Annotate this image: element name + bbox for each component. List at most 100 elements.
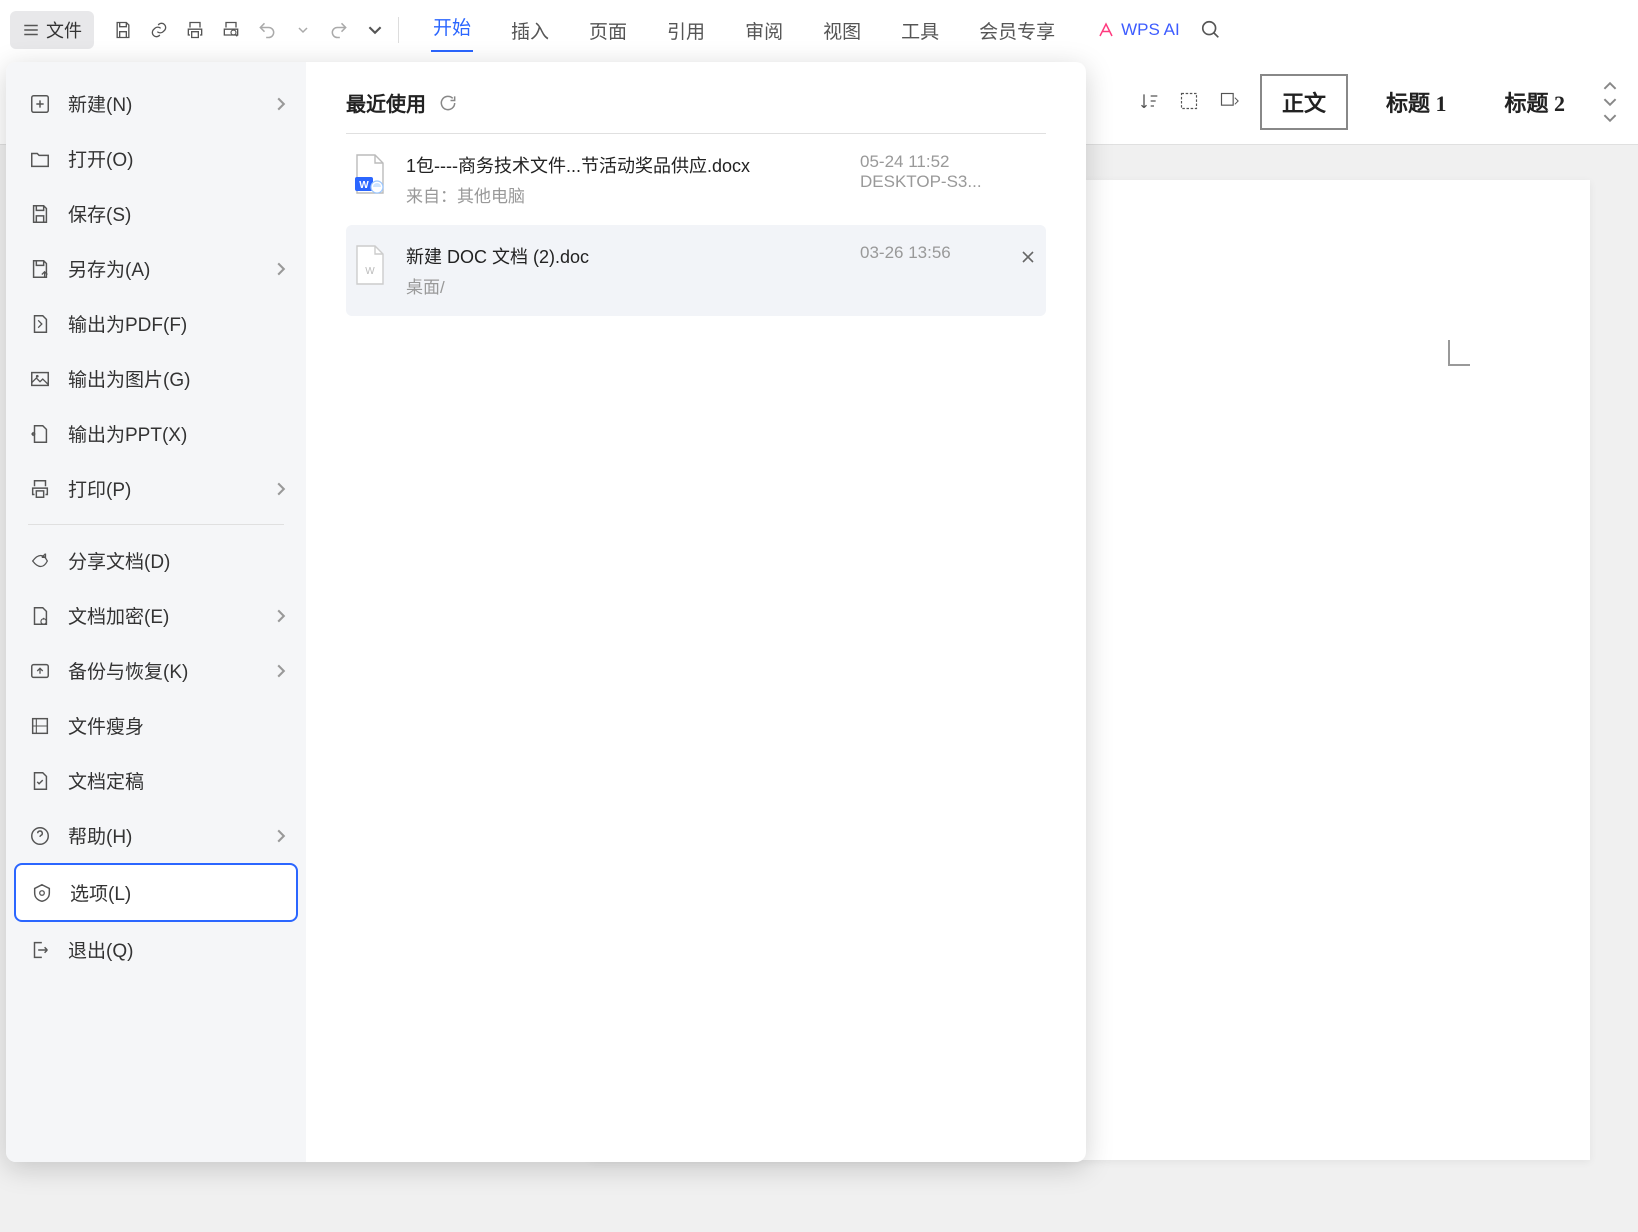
undo-dropdown-icon[interactable] bbox=[292, 19, 314, 41]
tab-review[interactable]: 审阅 bbox=[743, 13, 785, 48]
quick-access bbox=[112, 19, 386, 41]
menu-item-slim[interactable]: 文件瘦身 bbox=[14, 698, 298, 753]
menu-item-label: 文档定稿 bbox=[68, 767, 144, 794]
menu-item-lock[interactable]: 文档加密(E) bbox=[14, 588, 298, 643]
wps-ai-button[interactable]: WPS AI bbox=[1097, 20, 1180, 40]
menu-item-label: 备份与恢复(K) bbox=[68, 657, 188, 684]
menu-item-exit[interactable]: 退出(Q) bbox=[14, 922, 298, 977]
style-heading1[interactable]: 标题 1 bbox=[1366, 76, 1467, 128]
redo-icon[interactable] bbox=[328, 19, 350, 41]
lock-icon bbox=[28, 604, 52, 628]
file-name: 新建 DOC 文档 (2).doc bbox=[406, 243, 766, 269]
options-icon bbox=[30, 881, 54, 905]
plus-icon bbox=[28, 92, 52, 116]
tab-reference[interactable]: 引用 bbox=[665, 13, 707, 48]
menu-item-folder[interactable]: 打开(O) bbox=[14, 131, 298, 186]
document-icon: W bbox=[352, 243, 388, 287]
recent-title: 最近使用 bbox=[346, 88, 426, 117]
divider bbox=[398, 17, 399, 43]
tab-insert[interactable]: 插入 bbox=[509, 13, 551, 48]
style-scroll[interactable] bbox=[1603, 79, 1617, 125]
menu-item-saveas[interactable]: 另存为(A) bbox=[14, 241, 298, 296]
close-icon[interactable] bbox=[1020, 249, 1036, 265]
pdf-icon bbox=[28, 312, 52, 336]
chevron-down-icon[interactable] bbox=[1603, 95, 1617, 109]
menu-item-backup[interactable]: 备份与恢复(K) bbox=[14, 643, 298, 698]
top-toolbar: 文件 开始 插入 页面 引用 审阅 视图 工具 会员专享 WPS AI bbox=[0, 0, 1638, 60]
grid-dropdown-icon[interactable] bbox=[1219, 91, 1241, 113]
menu-item-label: 输出为PDF(F) bbox=[68, 310, 187, 337]
saveas-icon bbox=[28, 257, 52, 281]
sort-icon[interactable] bbox=[1139, 91, 1161, 113]
slim-icon bbox=[28, 714, 52, 738]
tab-page[interactable]: 页面 bbox=[587, 13, 629, 48]
menu-item-pdf[interactable]: 输出为PDF(F) bbox=[14, 296, 298, 351]
undo-icon[interactable] bbox=[256, 19, 278, 41]
menu-item-label: 输出为PPT(X) bbox=[68, 420, 187, 447]
file-menu-sidebar: 新建(N) 打开(O) 保存(S) 另存为(A) 输出为PDF(F) 输出为图片(G) 输出… bbox=[6, 62, 306, 1162]
help-icon bbox=[28, 824, 52, 848]
svg-text:W: W bbox=[365, 266, 375, 277]
chevron-right-icon bbox=[274, 609, 288, 623]
ribbon-tabs: 开始 插入 页面 引用 审阅 视图 工具 会员专享 bbox=[431, 9, 1057, 52]
style-heading2[interactable]: 标题 2 bbox=[1484, 76, 1585, 128]
menu-item-ppt[interactable]: 输出为PPT(X) bbox=[14, 406, 298, 461]
menu-item-share[interactable]: 分享文档(D) bbox=[14, 533, 298, 588]
menu-item-label: 文件瘦身 bbox=[68, 712, 144, 739]
chevron-right-icon bbox=[274, 482, 288, 496]
menu-separator bbox=[28, 524, 284, 525]
chevron-right-icon bbox=[274, 664, 288, 678]
print-icon[interactable] bbox=[184, 19, 206, 41]
style-normal[interactable]: 正文 bbox=[1260, 74, 1348, 130]
tab-member[interactable]: 会员专享 bbox=[977, 13, 1057, 48]
chevron-up-icon[interactable] bbox=[1603, 79, 1617, 93]
menu-item-plus[interactable]: 新建(N) bbox=[14, 76, 298, 131]
menu-item-image[interactable]: 输出为图片(G) bbox=[14, 351, 298, 406]
save-icon[interactable] bbox=[112, 19, 134, 41]
menu-item-label: 保存(S) bbox=[68, 200, 131, 227]
print-icon bbox=[28, 477, 52, 501]
menu-item-label: 分享文档(D) bbox=[68, 547, 170, 574]
menu-item-label: 文档加密(E) bbox=[68, 602, 169, 629]
file-meta: 03-26 13:56 bbox=[860, 243, 1040, 263]
file-time: 05-24 11:52 bbox=[860, 152, 1040, 172]
menu-item-label: 新建(N) bbox=[68, 90, 132, 117]
menu-item-save[interactable]: 保存(S) bbox=[14, 186, 298, 241]
more-dropdown-icon[interactable] bbox=[364, 19, 386, 41]
file-menu-label: 文件 bbox=[46, 17, 82, 43]
chevron-right-icon bbox=[274, 829, 288, 843]
save-icon bbox=[28, 202, 52, 226]
file-device: DESKTOP-S3... bbox=[860, 172, 1040, 192]
recent-list: W1包----商务技术文件...节活动奖品供应.docx来自：其他电脑05-24… bbox=[346, 134, 1046, 316]
chevron-right-icon bbox=[274, 262, 288, 276]
chevron-expand-icon[interactable] bbox=[1603, 111, 1617, 125]
menu-item-help[interactable]: 帮助(H) bbox=[14, 808, 298, 863]
file-meta: 05-24 11:52DESKTOP-S3... bbox=[860, 152, 1040, 192]
recent-file-item[interactable]: W 新建 DOC 文档 (2).doc 桌面/03-26 13:56 bbox=[346, 225, 1046, 316]
recent-header: 最近使用 bbox=[346, 88, 1046, 134]
file-source: 来自：其他电脑 bbox=[406, 182, 842, 207]
hamburger-icon bbox=[22, 21, 40, 39]
recent-panel: 最近使用 W1包----商务技术文件...节活动奖品供应.docx来自：其他电脑… bbox=[306, 62, 1086, 1162]
tab-tools[interactable]: 工具 bbox=[899, 13, 941, 48]
refresh-icon[interactable] bbox=[438, 93, 458, 113]
final-icon bbox=[28, 769, 52, 793]
select-icon[interactable] bbox=[1179, 91, 1201, 113]
recent-file-item[interactable]: W1包----商务技术文件...节活动奖品供应.docx来自：其他电脑05-24… bbox=[346, 134, 1046, 225]
share-icon bbox=[28, 549, 52, 573]
tab-start[interactable]: 开始 bbox=[431, 9, 473, 52]
exit-icon bbox=[28, 938, 52, 962]
search-icon[interactable] bbox=[1200, 19, 1222, 41]
document-icon: W bbox=[352, 152, 388, 196]
ai-icon bbox=[1097, 21, 1115, 39]
link-icon[interactable] bbox=[148, 19, 170, 41]
file-menu-button[interactable]: 文件 bbox=[10, 11, 94, 49]
menu-item-final[interactable]: 文档定稿 bbox=[14, 753, 298, 808]
print-preview-icon[interactable] bbox=[220, 19, 242, 41]
tab-view[interactable]: 视图 bbox=[821, 13, 863, 48]
menu-item-options[interactable]: 选项(L) bbox=[14, 863, 298, 922]
file-source: 桌面/ bbox=[406, 273, 842, 298]
menu-item-label: 退出(Q) bbox=[68, 936, 133, 963]
style-gallery: 正文 标题 1 标题 2 bbox=[1259, 73, 1618, 131]
menu-item-print[interactable]: 打印(P) bbox=[14, 461, 298, 516]
